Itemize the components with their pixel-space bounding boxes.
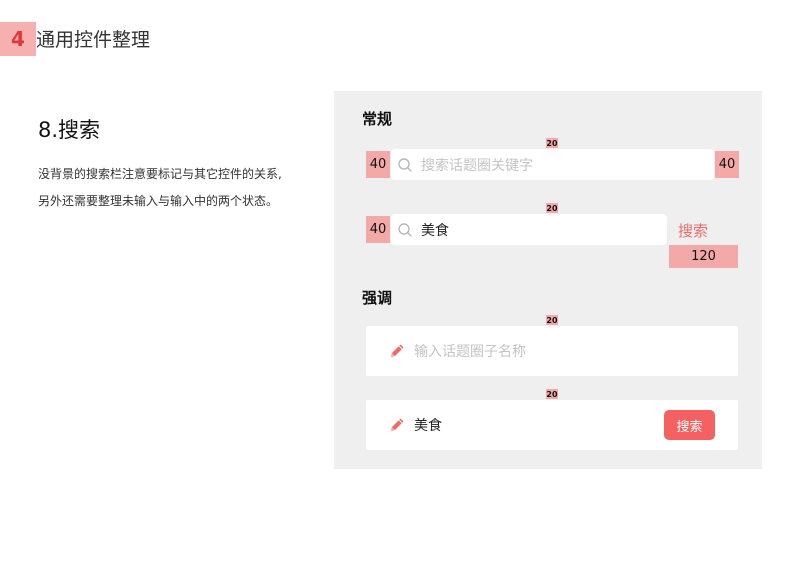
emphasis-label: 强调 [362, 289, 393, 307]
topic-input-value: 美食 [414, 418, 442, 434]
normal-label: 常规 [362, 110, 393, 128]
search-bar-filled[interactable]: 美食 [391, 214, 667, 245]
search-button[interactable]: 搜索 [664, 410, 715, 440]
spacing-tag: 20 [546, 315, 558, 325]
pencil-icon [391, 418, 404, 431]
search-value: 美食 [421, 222, 449, 239]
search-action-link[interactable]: 搜索 [678, 220, 708, 241]
spacing-tag: 20 [546, 203, 558, 213]
subsection-title: 8.搜索 [38, 118, 101, 142]
description-line-2: 另外还需要整理未输入与输入中的两个状态。 [38, 194, 279, 208]
section-number: 4 [0, 22, 36, 56]
spacing-tag: 20 [546, 138, 558, 148]
search-bar-empty[interactable]: 搜索话题圈关键字 [391, 149, 714, 180]
margin-left-tag: 40 [366, 216, 390, 243]
search-icon [398, 222, 412, 237]
topic-input-placeholder: 输入话题圈子名称 [414, 344, 526, 360]
margin-right-tag: 40 [715, 151, 739, 178]
description-line-1: 没背景的搜索栏注意要标记与其它控件的关系, [38, 167, 282, 181]
action-width-tag: 120 [669, 245, 738, 268]
section-title: 通用控件整理 [36, 29, 151, 51]
margin-left-tag: 40 [366, 151, 390, 178]
pencil-icon [391, 344, 404, 357]
spacing-tag: 20 [546, 389, 558, 399]
search-placeholder: 搜索话题圈关键字 [421, 157, 533, 174]
topic-input-empty[interactable]: 输入话题圈子名称 [366, 326, 738, 376]
search-icon [398, 157, 412, 172]
